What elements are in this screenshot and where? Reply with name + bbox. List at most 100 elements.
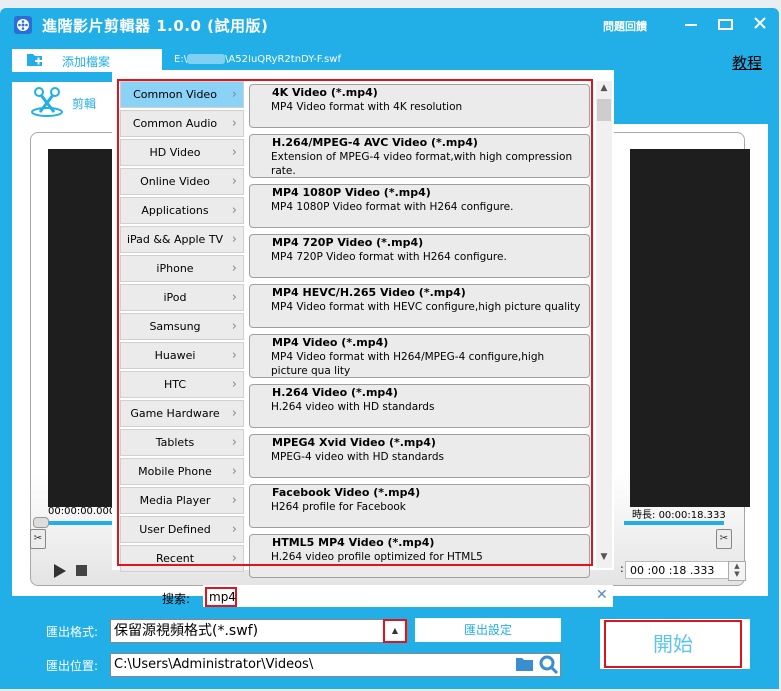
format-dropdown-button[interactable]: ▲ [383,619,407,643]
format-item[interactable]: H.264 Video (*.mp4) H.264 video with HD s… [249,384,590,428]
category-item[interactable]: Samsung › [120,313,244,340]
close-button[interactable] [750,14,770,34]
clear-search-icon[interactable]: ✕ [596,587,608,603]
duration-label: 時長: [632,510,656,521]
format-title: HTML5 MP4 Video (*.mp4) [272,536,435,549]
maximize-button[interactable] [715,14,735,34]
cut-start-marker[interactable]: ✂ [30,529,46,549]
playhead-handle[interactable] [33,517,49,528]
file-path-prefix: E:\ [174,54,188,65]
category-item[interactable]: Common Video › [120,81,244,108]
format-title: Facebook Video (*.mp4) [272,486,421,499]
tutorial-link[interactable]: 教程 [732,52,762,73]
category-item[interactable]: iPod › [120,284,244,311]
timeline-bar-end[interactable] [624,521,724,525]
format-item[interactable]: 4K Video (*.mp4) MP4 Video format with 4K… [249,84,590,128]
category-label: Media Player [139,494,211,507]
category-item[interactable]: Tablets › [120,429,244,456]
category-item[interactable]: Media Player › [120,487,244,514]
down-arrow-icon: ▼ [734,570,740,578]
category-item[interactable]: Recent › [120,545,244,572]
app-title: 進階影片剪輯器 1.0.0 (試用版) [42,17,269,35]
category-item[interactable]: Common Audio › [120,110,244,137]
scroll-thumb[interactable] [597,99,611,121]
chevron-right-icon: › [231,145,237,160]
format-description: H.264 video with HD standards [271,401,435,413]
category-label: Recent [155,552,195,565]
search-label: 搜索: [162,592,191,606]
duration-value: 00:00:18.333 [658,510,726,521]
cut-end-marker[interactable]: ✂ [716,529,732,549]
search-icon[interactable] [539,655,559,675]
format-item[interactable]: HTML5 MP4 Video (*.mp4) H.264 video profi… [249,534,590,578]
export-settings-button[interactable]: 匯出設定 [415,618,561,642]
category-item[interactable]: Game Hardware › [120,400,244,427]
format-item[interactable]: MP4 Video (*.mp4) MP4 Video format with H… [249,334,590,378]
category-label: Common Audio [132,117,218,130]
category-item[interactable]: Applications › [120,197,244,224]
format-item[interactable]: H.264/MPEG-4 AVC Video (*.mp4) Extension … [249,134,590,178]
caret-up-icon: ▲ [391,626,399,635]
category-label: Samsung [149,320,201,333]
format-item[interactable]: Facebook Video (*.mp4) H264 profile for F… [249,484,590,528]
category-label: Huawei [154,349,196,362]
scissors-film-icon [31,87,63,117]
title-bar: 進階影片剪輯器 1.0.0 (試用版) 問題回饋 [0,8,779,44]
folder-icon[interactable] [516,657,534,671]
format-title: MP4 HEVC/H.265 Video (*.mp4) [272,286,466,299]
format-title: MP4 Video (*.mp4) [272,336,389,349]
category-item[interactable]: Huawei › [120,342,244,369]
format-description: MPEG-4 video with HD standards [271,451,444,463]
format-title: H.264 Video (*.mp4) [272,386,398,399]
app-logo-icon [14,16,32,34]
tab-edit[interactable]: 剪輯 [12,82,112,124]
format-description: MP4 1080P Video format with H264 configu… [271,201,514,213]
tab-edit-label: 剪輯 [72,97,97,111]
format-item[interactable]: MPEG4 Xvid Video (*.mp4) MPEG-4 video wit… [249,434,590,478]
format-title: MP4 1080P Video (*.mp4) [272,186,431,199]
format-title: 4K Video (*.mp4) [272,86,378,99]
chevron-right-icon: › [231,290,237,305]
end-time-field[interactable]: 00 :00 :18 .333 [625,561,735,579]
search-input[interactable]: mp4 [205,587,237,607]
scroll-up-icon[interactable]: ▲ [596,83,612,97]
format-description: MP4 720P Video format with H264 configur… [271,251,507,263]
chevron-right-icon: › [231,116,237,131]
scroll-down-icon[interactable]: ▼ [596,552,612,566]
chevron-right-icon: › [231,464,237,479]
start-button[interactable]: 開始 [604,620,742,668]
current-file-path: E:\ \A52IuQRyR2tnDY-F.swf [174,54,341,65]
category-item[interactable]: HTC › [120,371,244,398]
stop-button[interactable] [76,565,87,576]
chevron-right-icon: › [231,232,237,247]
export-format-select[interactable]: 保留源視頻格式(*.swf) [110,619,408,643]
play-button[interactable] [54,564,66,578]
minimize-button[interactable] [681,14,701,34]
format-item[interactable]: MP4 720P Video (*.mp4) MP4 720P Video for… [249,234,590,278]
format-item[interactable]: MP4 HEVC/H.265 Video (*.mp4) MP4 Video fo… [249,284,590,328]
category-label: iPad && Apple TV [126,233,224,246]
end-time-stepper[interactable]: ▲ ▼ [728,561,746,581]
chevron-right-icon: › [231,551,237,566]
category-label: Mobile Phone [138,465,212,478]
search-field[interactable] [203,585,613,607]
add-file-button[interactable]: 添加檔案 [12,49,162,72]
export-location-field[interactable]: C:\Users\Administrator\Videos\ [110,653,561,677]
category-label: Applications [141,204,209,217]
category-item[interactable]: iPad && Apple TV › [120,226,244,253]
format-list-scrollbar[interactable]: ▲ ▼ [596,81,612,568]
category-item[interactable]: Online Video › [120,168,244,195]
category-label: User Defined [139,523,211,536]
format-item[interactable]: MP4 1080P Video (*.mp4) MP4 1080P Video f… [249,184,590,228]
chevron-right-icon: › [231,377,237,392]
chevron-right-icon: › [231,435,237,450]
category-item[interactable]: iPhone › [120,255,244,282]
category-item[interactable]: User Defined › [120,516,244,543]
category-item[interactable]: HD Video › [120,139,244,166]
category-item[interactable]: Mobile Phone › [120,458,244,485]
scissors-icon: ✂ [719,533,729,544]
chevron-right-icon: › [231,319,237,334]
feedback-link[interactable]: 問題回饋 [603,18,647,34]
redacted-path-segment [187,54,226,64]
format-title: MP4 720P Video (*.mp4) [272,236,424,249]
